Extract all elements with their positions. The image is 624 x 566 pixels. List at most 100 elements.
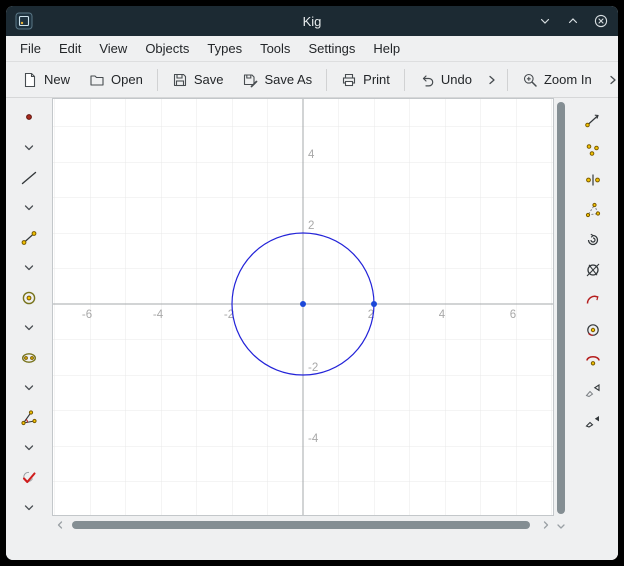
tool-angle-expander[interactable] bbox=[15, 434, 43, 462]
tool-circle-expander[interactable] bbox=[15, 314, 43, 342]
tool-point-button[interactable] bbox=[15, 104, 43, 132]
projectivity-icon bbox=[584, 411, 602, 429]
tool-circle-center-button[interactable] bbox=[579, 316, 607, 344]
menu-objects[interactable]: Objects bbox=[136, 37, 198, 60]
tool-point-expander[interactable] bbox=[15, 134, 43, 162]
figure-point[interactable] bbox=[300, 301, 306, 307]
close-button[interactable] bbox=[593, 13, 609, 29]
save-button[interactable]: Save bbox=[163, 66, 233, 94]
geometry-canvas[interactable]: -6-4-224642-2-4 bbox=[52, 98, 554, 516]
chevron-right-icon bbox=[485, 73, 499, 87]
tool-conic-button[interactable] bbox=[15, 344, 43, 372]
horizontal-scrollbar-track[interactable] bbox=[68, 516, 538, 534]
tool-conic-arc-button[interactable] bbox=[579, 346, 607, 374]
window-title: Kig bbox=[6, 14, 618, 29]
segment-icon bbox=[20, 229, 38, 247]
undo-dropdown-button[interactable] bbox=[482, 67, 502, 93]
tool-conic-expander[interactable] bbox=[15, 374, 43, 402]
open-button[interactable]: Open bbox=[80, 66, 152, 94]
menu-edit[interactable]: Edit bbox=[50, 37, 90, 60]
tool-test-expander[interactable] bbox=[15, 494, 43, 522]
close-icon bbox=[593, 13, 609, 29]
save-label: Save bbox=[194, 72, 224, 87]
menu-file[interactable]: File bbox=[11, 37, 50, 60]
menu-help[interactable]: Help bbox=[364, 37, 409, 60]
horizontal-scrollbar-thumb[interactable] bbox=[72, 521, 530, 529]
zoom-in-icon bbox=[522, 72, 538, 88]
maximize-button[interactable] bbox=[565, 13, 581, 29]
scroll-left-button[interactable] bbox=[54, 519, 66, 531]
menu-view[interactable]: View bbox=[90, 37, 136, 60]
undo-button[interactable]: Undo bbox=[410, 66, 481, 94]
point-icon bbox=[20, 109, 38, 127]
tool-projectivity-button[interactable] bbox=[579, 406, 607, 434]
tool-line-button[interactable] bbox=[15, 164, 43, 192]
tool-triangle-button[interactable] bbox=[579, 196, 607, 224]
tool-segment-button[interactable] bbox=[15, 224, 43, 252]
tool-inversion-button[interactable] bbox=[579, 256, 607, 284]
save-as-button[interactable]: Save As bbox=[233, 66, 321, 94]
chevron-left-icon bbox=[54, 519, 66, 531]
vertical-scrollbar-track[interactable] bbox=[554, 98, 568, 520]
print-label: Print bbox=[363, 72, 390, 87]
rotate-icon bbox=[584, 231, 602, 249]
x-tick-label: -6 bbox=[82, 309, 92, 321]
new-document-icon bbox=[22, 72, 38, 88]
minimize-button[interactable] bbox=[537, 13, 553, 29]
statusbar bbox=[6, 534, 618, 560]
zoom-in-label: Zoom In bbox=[544, 72, 592, 87]
menu-types[interactable]: Types bbox=[198, 37, 251, 60]
right-toolbar bbox=[568, 98, 618, 534]
tool-vector-button[interactable] bbox=[579, 106, 607, 134]
canvas-svg: -6-4-224642-2-4 bbox=[53, 99, 553, 515]
x-tick-label: -4 bbox=[153, 309, 164, 321]
tool-line-expander[interactable] bbox=[15, 194, 43, 222]
tool-similitude-button[interactable] bbox=[579, 376, 607, 404]
kig-app-icon bbox=[15, 12, 33, 30]
chevron-down-icon bbox=[20, 319, 38, 337]
y-tick-label: -2 bbox=[308, 362, 318, 374]
undo-label: Undo bbox=[441, 72, 472, 87]
vertical-scrollbar[interactable] bbox=[554, 98, 568, 534]
toolbar-separator bbox=[326, 69, 327, 91]
arc-icon bbox=[584, 291, 602, 309]
y-tick-label: 4 bbox=[308, 149, 315, 161]
scroll-right-button[interactable] bbox=[540, 519, 552, 531]
open-label: Open bbox=[111, 72, 143, 87]
chevron-right-icon bbox=[606, 73, 618, 87]
tool-point-reflection-button[interactable] bbox=[579, 166, 607, 194]
y-tick-label: 2 bbox=[308, 220, 314, 232]
menu-tools[interactable]: Tools bbox=[251, 37, 299, 60]
horizontal-scrollbar[interactable] bbox=[52, 516, 554, 534]
new-button[interactable]: New bbox=[13, 66, 79, 94]
print-icon bbox=[341, 72, 357, 88]
tool-circle-button[interactable] bbox=[15, 284, 43, 312]
x-tick-label: 6 bbox=[510, 309, 516, 321]
conic-arc-icon bbox=[584, 351, 602, 369]
chevron-down-icon bbox=[20, 199, 38, 217]
y-tick-label: -4 bbox=[308, 433, 319, 445]
circle-center-icon bbox=[584, 321, 602, 339]
tool-rotate-button[interactable] bbox=[579, 226, 607, 254]
line-icon bbox=[20, 169, 38, 187]
menubar: File Edit View Objects Types Tools Setti… bbox=[6, 36, 618, 62]
titlebar[interactable]: Kig bbox=[6, 6, 618, 36]
tool-points-button[interactable] bbox=[579, 136, 607, 164]
toolbar-separator bbox=[157, 69, 158, 91]
similitude-icon bbox=[584, 381, 602, 399]
figure-point[interactable] bbox=[371, 301, 377, 307]
scroll-down-button[interactable] bbox=[555, 520, 567, 534]
tool-arc-button[interactable] bbox=[579, 286, 607, 314]
save-icon bbox=[172, 72, 188, 88]
print-button[interactable]: Print bbox=[332, 66, 399, 94]
menu-settings[interactable]: Settings bbox=[299, 37, 364, 60]
tool-angle-button[interactable] bbox=[15, 404, 43, 432]
vertical-scrollbar-thumb[interactable] bbox=[557, 102, 565, 514]
tool-test-button[interactable] bbox=[15, 464, 43, 492]
open-folder-icon bbox=[89, 72, 105, 88]
tool-segment-expander[interactable] bbox=[15, 254, 43, 282]
chevron-down-icon bbox=[20, 439, 38, 457]
document-area: -6-4-224642-2-4 bbox=[52, 98, 554, 534]
toolbar-overflow-button[interactable] bbox=[603, 67, 618, 93]
zoom-in-button[interactable]: Zoom In bbox=[513, 66, 601, 94]
